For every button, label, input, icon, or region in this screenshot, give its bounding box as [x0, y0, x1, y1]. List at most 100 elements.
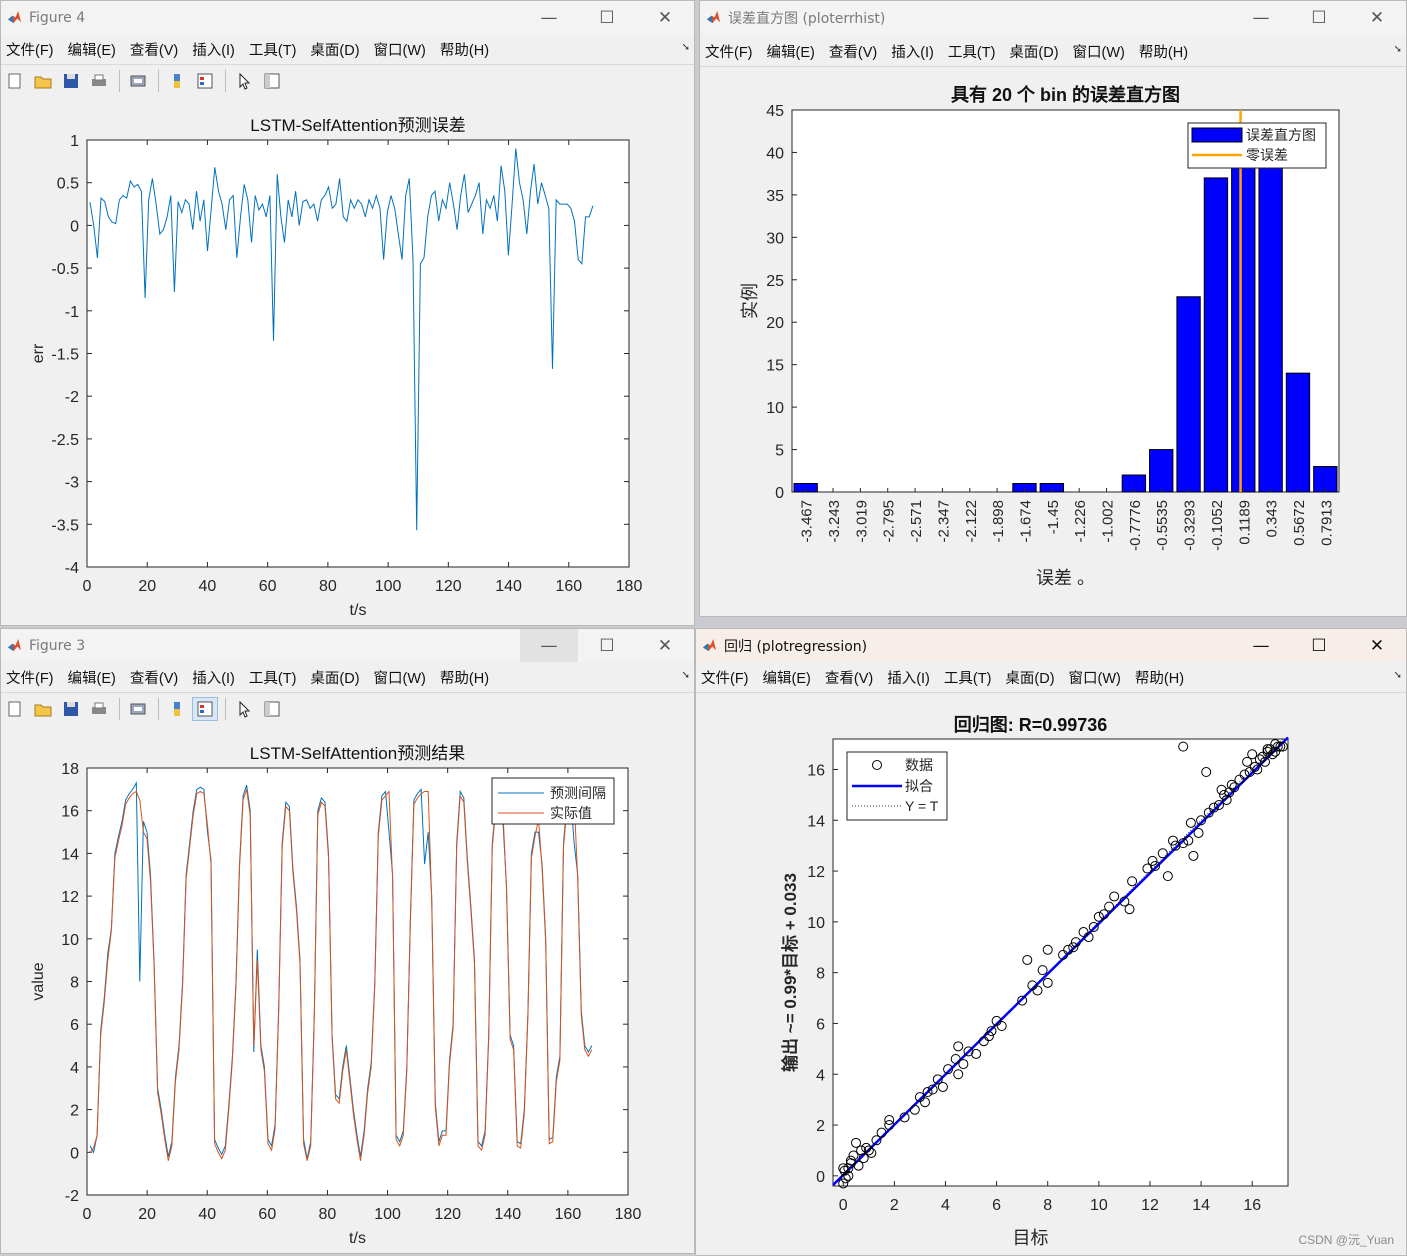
menu-item[interactable]: 帮助(H): [1134, 41, 1197, 62]
menu-item[interactable]: 工具(T): [943, 41, 1005, 62]
menu-item[interactable]: 帮助(H): [435, 39, 498, 60]
y-tick-label: -2: [65, 389, 79, 406]
property-inspector-button[interactable]: [259, 69, 285, 93]
menu-expand-icon[interactable]: ➘: [1394, 44, 1402, 55]
menu-item[interactable]: 查看(V): [125, 39, 187, 60]
close-button[interactable]: ✕: [1348, 1, 1406, 34]
minimize-button[interactable]: —: [1232, 1, 1290, 34]
open-folder-button[interactable]: [30, 69, 56, 93]
menu-item[interactable]: 文件(F): [696, 667, 758, 688]
menu-item[interactable]: 桌面(D): [305, 39, 368, 60]
print-preview-button[interactable]: [125, 697, 151, 721]
menu-expand-icon[interactable]: ➘: [1394, 670, 1402, 681]
print-preview-button[interactable]: [125, 69, 151, 93]
maximize-button[interactable]: ☐: [578, 629, 636, 662]
menu-item[interactable]: 工具(T): [244, 39, 306, 60]
y-tick-label: -3.5: [51, 517, 79, 534]
y-tick-label: 18: [61, 761, 79, 778]
menu-item[interactable]: 插入(I): [886, 41, 943, 62]
new-file-button[interactable]: [2, 69, 28, 93]
x-tick-label: -1.898: [990, 500, 1007, 543]
y-tick-label: 30: [766, 230, 784, 247]
maximize-button[interactable]: ☐: [578, 1, 636, 34]
maximize-button[interactable]: ☐: [1290, 629, 1348, 662]
menu-item[interactable]: 插入(I): [882, 667, 939, 688]
y-tick-label: 0: [70, 218, 79, 235]
save-button[interactable]: [58, 697, 84, 721]
menu-item[interactable]: 窗口(W): [1068, 41, 1134, 62]
figure4-titlebar[interactable]: Figure 4 — ☐ ✕: [1, 1, 694, 34]
menu-bar: 文件(F) 编辑(E) 查看(V) 插入(I) 工具(T) 桌面(D) 窗口(W) 帮助(H)…: [1, 34, 694, 65]
pointer-arrow-icon: [239, 72, 251, 90]
colorbar-button[interactable]: [164, 69, 190, 93]
close-button[interactable]: ✕: [1348, 629, 1406, 662]
minimize-button[interactable]: —: [520, 629, 578, 662]
x-tick-label: -1.674: [1017, 500, 1034, 543]
x-tick-label: 12: [1141, 1197, 1159, 1214]
menu-item[interactable]: 编辑(E): [758, 667, 820, 688]
x-tick-label: 2: [890, 1197, 899, 1214]
close-button[interactable]: ✕: [636, 629, 694, 662]
menu-item[interactable]: 文件(F): [700, 41, 762, 62]
y-tick-label: 6: [70, 1017, 79, 1034]
pointer-arrow-button[interactable]: [231, 69, 257, 93]
maximize-button[interactable]: ☐: [1290, 1, 1348, 34]
y-tick-label: 4: [816, 1067, 825, 1084]
menu-item[interactable]: 窗口(W): [1064, 667, 1130, 688]
menu-item[interactable]: 桌面(D): [305, 667, 368, 688]
print-button[interactable]: [86, 697, 112, 721]
menu-item[interactable]: 工具(T): [244, 667, 306, 688]
menu-item[interactable]: 编辑(E): [63, 39, 125, 60]
minimize-button[interactable]: —: [520, 1, 578, 34]
histogram-bar: [1231, 143, 1256, 493]
menu-item[interactable]: 帮助(H): [435, 667, 498, 688]
print-icon: [92, 74, 106, 86]
menu-item[interactable]: 插入(I): [187, 667, 244, 688]
colorbar-button[interactable]: [164, 697, 190, 721]
menu-item[interactable]: 编辑(E): [63, 667, 125, 688]
figure-area: 0 2 4 6 8 10 12 14 16 16 14 12 10 8 6 4 2 0 回归图: R=0.99736…: [696, 695, 1406, 1255]
x-tick-label: 120: [435, 578, 462, 595]
ploterrhist-titlebar[interactable]: 误差直方图 (ploterrhist) — ☐ ✕: [700, 1, 1406, 34]
menu-item[interactable]: 插入(I): [187, 39, 244, 60]
menu-item[interactable]: 文件(F): [1, 39, 63, 60]
menu-item[interactable]: 查看(V): [820, 667, 882, 688]
menu-item[interactable]: 文件(F): [1, 667, 63, 688]
x-tick-label: 60: [258, 1206, 276, 1223]
y-tick-label: 0: [70, 1145, 79, 1162]
menu-item[interactable]: 窗口(W): [369, 667, 435, 688]
chart-title: 回归图: R=0.99736: [954, 714, 1108, 735]
legend-button[interactable]: [192, 697, 218, 721]
legend-button[interactable]: [192, 69, 218, 93]
menu-item[interactable]: 查看(V): [824, 41, 886, 62]
property-inspector-icon: [264, 701, 280, 717]
menu-item[interactable]: 帮助(H): [1130, 667, 1193, 688]
legend-label: 实际值: [550, 805, 592, 821]
x-tick-label: 4: [941, 1197, 950, 1214]
menu-item[interactable]: 桌面(D): [1000, 667, 1063, 688]
menu-item[interactable]: 工具(T): [939, 667, 1001, 688]
figure3-titlebar[interactable]: Figure 3 — ☐ ✕: [1, 629, 694, 662]
new-file-button[interactable]: [2, 697, 28, 721]
menu-item[interactable]: 编辑(E): [762, 41, 824, 62]
plotregression-titlebar[interactable]: 回归 (plotregression) — ☐ ✕: [696, 629, 1406, 662]
y-tick-label: 10: [766, 400, 784, 417]
x-tick-label: 60: [259, 578, 277, 595]
minimize-button[interactable]: —: [1232, 629, 1290, 662]
menu-item[interactable]: 桌面(D): [1004, 41, 1067, 62]
save-button[interactable]: [58, 69, 84, 93]
x-axis-label: 目标: [1013, 1228, 1049, 1248]
menu-expand-icon[interactable]: ➘: [682, 42, 690, 53]
open-folder-button[interactable]: [30, 697, 56, 721]
menu-item[interactable]: 查看(V): [125, 667, 187, 688]
save-icon: [64, 74, 78, 88]
legend-swatch: [1191, 127, 1243, 143]
menu-item[interactable]: 窗口(W): [369, 39, 435, 60]
property-inspector-button[interactable]: [259, 697, 285, 721]
toolbar-separator: [225, 698, 226, 720]
pointer-arrow-button[interactable]: [231, 697, 257, 721]
y-tick-label: 0: [775, 485, 784, 502]
print-button[interactable]: [86, 69, 112, 93]
menu-expand-icon[interactable]: ➘: [682, 670, 690, 681]
close-button[interactable]: ✕: [636, 1, 694, 34]
